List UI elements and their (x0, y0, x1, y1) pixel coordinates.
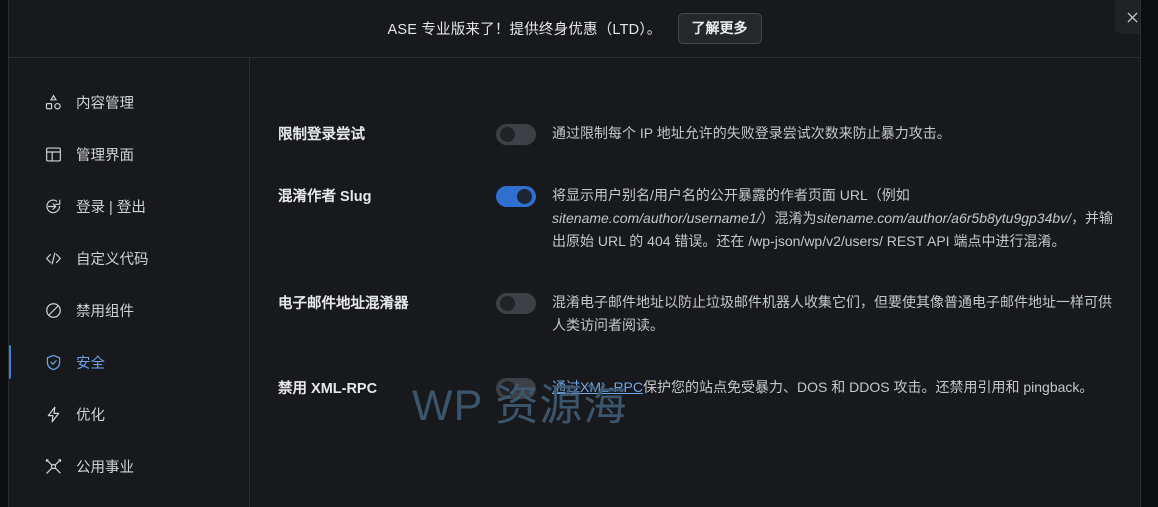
description-text: 混淆电子邮件地址以防止垃圾邮件机器人收集它们，但要使其像普通电子邮件地址一样可供… (552, 294, 1112, 333)
promo-banner: ASE 专业版来了！提供终身优惠（LTD）。 了解更多 (9, 0, 1140, 58)
setting-description: 混淆电子邮件地址以防止垃圾邮件机器人收集它们，但要使其像普通电子邮件地址一样可供… (552, 289, 1122, 336)
toggle-knob (500, 127, 515, 142)
sidebar-item-label: 管理界面 (76, 147, 134, 164)
obfuscate-author-slug-toggle[interactable] (496, 186, 536, 208)
setting-row-limit-login-attempts: 限制登录尝试 通过限制每个 IP 地址允许的失败登录尝试次数来防止暴力攻击。 (250, 120, 1140, 145)
setting-description: 将显示用户别名/用户名的公开暴露的作者页面 URL（例如 sitename.co… (552, 182, 1122, 252)
email-obfuscator-toggle[interactable] (496, 293, 536, 315)
sidebar-item-login-logout[interactable]: 登录 | 登出 (9, 180, 249, 232)
close-icon (1125, 10, 1140, 25)
lightning-bolt-icon (43, 404, 63, 424)
login-arrow-icon (43, 196, 63, 216)
promo-banner-text: ASE 专业版来了！提供终身优惠（LTD）。 (387, 22, 662, 38)
window-body: 内容管理 管理界面 登录 | 登出 自定义代码 禁用组件 安全 优化 公用事业 … (9, 58, 1140, 507)
sidebar-item-label: 登录 | 登出 (76, 199, 146, 216)
tools-icon (43, 456, 63, 476)
active-indicator (9, 345, 11, 379)
setting-description: 通过限制每个 IP 地址允许的失败登录尝试次数来防止暴力攻击。 (552, 120, 1122, 145)
setting-row-disable-xml-rpc: 禁用 XML-RPC 通过XML-RPC保护您的站点免受暴力、DOS 和 DDO… (250, 374, 1140, 399)
close-banner-button[interactable] (1115, 0, 1140, 34)
setting-label: 限制登录尝试 (278, 127, 365, 143)
security-settings-panel: 限制登录尝试 通过限制每个 IP 地址允许的失败登录尝试次数来防止暴力攻击。 混… (250, 58, 1140, 507)
emphasis-text: sitename.com/author/username1/ (552, 209, 761, 226)
ase-settings-window: ASE 专业版来了！提供终身优惠（LTD）。 了解更多 内容管理 管理界面 登录… (8, 0, 1141, 507)
toggle-knob (517, 189, 532, 205)
sidebar-item-custom-code[interactable]: 自定义代码 (9, 232, 249, 284)
sidebar-item-admin-interface[interactable]: 管理界面 (9, 128, 249, 180)
shield-check-icon (43, 352, 63, 372)
toggle-knob (500, 380, 515, 396)
inline-link[interactable]: 通过XML-RPC (552, 379, 643, 395)
ban-circle-icon (43, 300, 63, 320)
description-text: 保护您的站点免受暴力、DOS 和 DDOS 攻击。还禁用引用和 pingback… (643, 378, 1094, 395)
setting-row-email-obfuscator: 电子邮件地址混淆器 混淆电子邮件地址以防止垃圾邮件机器人收集它们，但要使其像普通… (250, 289, 1140, 336)
setting-label: 混淆作者 Slug (278, 189, 372, 206)
layout-panel-icon (43, 144, 63, 164)
sidebar-item-label: 自定义代码 (76, 251, 149, 268)
disable-xml-rpc-toggle[interactable] (496, 377, 536, 399)
description-text: ）混淆为 (760, 209, 817, 226)
shapes-icon (43, 92, 63, 112)
limit-login-attempts-toggle[interactable] (496, 124, 536, 145)
description-text: 通过限制每个 IP 地址允许的失败登录尝试次数来防止暴力攻击。 (552, 125, 951, 141)
sidebar-item-utilities[interactable]: 公用事业 (9, 440, 249, 492)
sidebar-item-security[interactable]: 安全 (9, 336, 249, 388)
sidebar-item-disable-components[interactable]: 禁用组件 (9, 284, 249, 336)
sidebar-item-optimization[interactable]: 优化 (9, 388, 249, 440)
sidebar-item-label: 内容管理 (76, 95, 134, 112)
setting-label: 禁用 XML-RPC (278, 380, 378, 397)
sidebar-item-label: 公用事业 (76, 459, 134, 476)
sidebar-item-label: 禁用组件 (76, 303, 134, 320)
emphasis-text: sitename.com/author/a6r5b8ytu9gp34bv/ (816, 209, 1072, 226)
setting-row-obfuscate-author-slug: 混淆作者 Slug 将显示用户别名/用户名的公开暴露的作者页面 URL（例如 s… (250, 182, 1140, 252)
sidebar-item-label: 安全 (76, 355, 105, 372)
learn-more-button[interactable]: 了解更多 (677, 13, 762, 44)
sidebar-item-label: 优化 (76, 407, 105, 424)
description-text: 将显示用户别名/用户名的公开暴露的作者页面 URL（例如 (552, 187, 910, 204)
sidebar-item-content-management[interactable]: 内容管理 (9, 76, 249, 128)
setting-label: 电子邮件地址混淆器 (278, 296, 409, 313)
sidebar-nav: 内容管理 管理界面 登录 | 登出 自定义代码 禁用组件 安全 优化 公用事业 (9, 58, 250, 507)
code-brackets-icon (43, 248, 63, 268)
setting-description: 通过XML-RPC保护您的站点免受暴力、DOS 和 DDOS 攻击。还禁用引用和… (552, 374, 1122, 399)
toggle-knob (500, 296, 515, 312)
